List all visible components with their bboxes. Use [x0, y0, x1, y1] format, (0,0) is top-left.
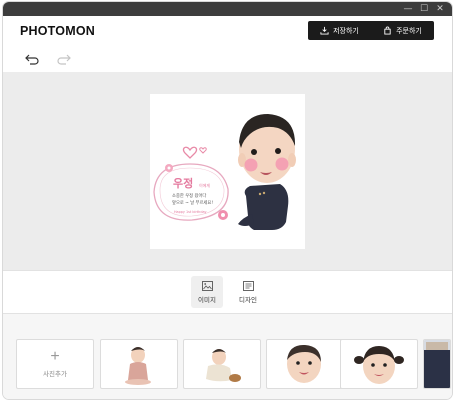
blush-left — [244, 158, 258, 172]
photo-thumbnail[interactable] — [183, 339, 261, 389]
tab-design[interactable]: 디자인 — [232, 276, 264, 308]
download-icon — [320, 26, 329, 35]
heart-icon — [182, 146, 198, 159]
add-photo-label: 사진추가 — [43, 371, 67, 378]
sticker-small-text: Happy 1st birthday — [174, 210, 207, 214]
title-bar: — ☐ ✕ — [3, 2, 452, 16]
save-label: 저장하기 — [333, 27, 359, 35]
undo-icon[interactable] — [24, 53, 40, 65]
baby-lying-photo — [206, 349, 241, 382]
image-icon — [201, 280, 213, 291]
baby-pigtails-photo — [354, 346, 404, 384]
plus-icon: + — [50, 348, 60, 365]
app-window: — ☐ ✕ PHOTOMON 저장하기 주문하기 우정 이에게 소중한 우정 왔… — [3, 2, 452, 399]
bottom-tabs: 이미지 디자인 — [3, 270, 452, 314]
app-logo: PHOTOMON — [20, 24, 95, 38]
photo-thumbnail[interactable] — [340, 339, 418, 389]
photo-thumbnail[interactable] — [266, 339, 344, 389]
edit-toolbar — [3, 46, 452, 72]
tab-image[interactable]: 이미지 — [191, 276, 223, 308]
sticker-design: 우정 이에게 소중한 우정 왔어다 앞으로 ~ 날 부르세요! Happy 1s… — [153, 114, 296, 230]
order-label: 주문하기 — [396, 27, 422, 35]
maximize-icon[interactable]: ☐ — [417, 2, 431, 16]
app-header: PHOTOMON 저장하기 주문하기 — [3, 16, 452, 46]
sticker-message-line2: 앞으로 ~ 날 부르세요! — [172, 199, 213, 206]
small-heart-icon — [199, 147, 207, 154]
add-photo-button[interactable]: + 사진추가 — [16, 339, 94, 389]
canvas-area: 우정 이에게 소중한 우정 왔어다 앞으로 ~ 날 부르세요! Happy 1s… — [3, 72, 452, 270]
photo-thumbnail[interactable] — [100, 339, 178, 389]
sticker-name-suffix: 이에게 — [199, 182, 210, 188]
design-icon — [242, 280, 254, 291]
close-icon[interactable]: ✕ — [433, 2, 447, 16]
minimize-icon[interactable]: — — [401, 2, 415, 16]
partial-photo — [424, 340, 450, 388]
tab-design-label: 디자인 — [239, 296, 257, 304]
photo-tray: + 사진추가 — [3, 314, 452, 399]
save-button[interactable]: 저장하기 — [308, 21, 371, 40]
baby-sitting-photo — [125, 347, 151, 385]
sticker-name: 우정 — [173, 176, 193, 190]
photo-thumbnail[interactable] — [423, 339, 451, 389]
sticker-message-line1: 소중한 우정 왔어다 — [172, 192, 206, 199]
design-canvas[interactable]: 우정 이에게 소중한 우정 왔어다 앞으로 ~ 날 부르세요! Happy 1s… — [150, 94, 305, 249]
blush-right — [275, 157, 289, 171]
redo-icon[interactable] — [56, 53, 72, 65]
tab-image-label: 이미지 — [198, 296, 216, 304]
header-actions: 저장하기 주문하기 — [308, 21, 434, 40]
baby-face-photo — [287, 344, 321, 383]
order-button[interactable]: 주문하기 — [371, 21, 434, 40]
shopping-bag-icon — [384, 26, 391, 35]
